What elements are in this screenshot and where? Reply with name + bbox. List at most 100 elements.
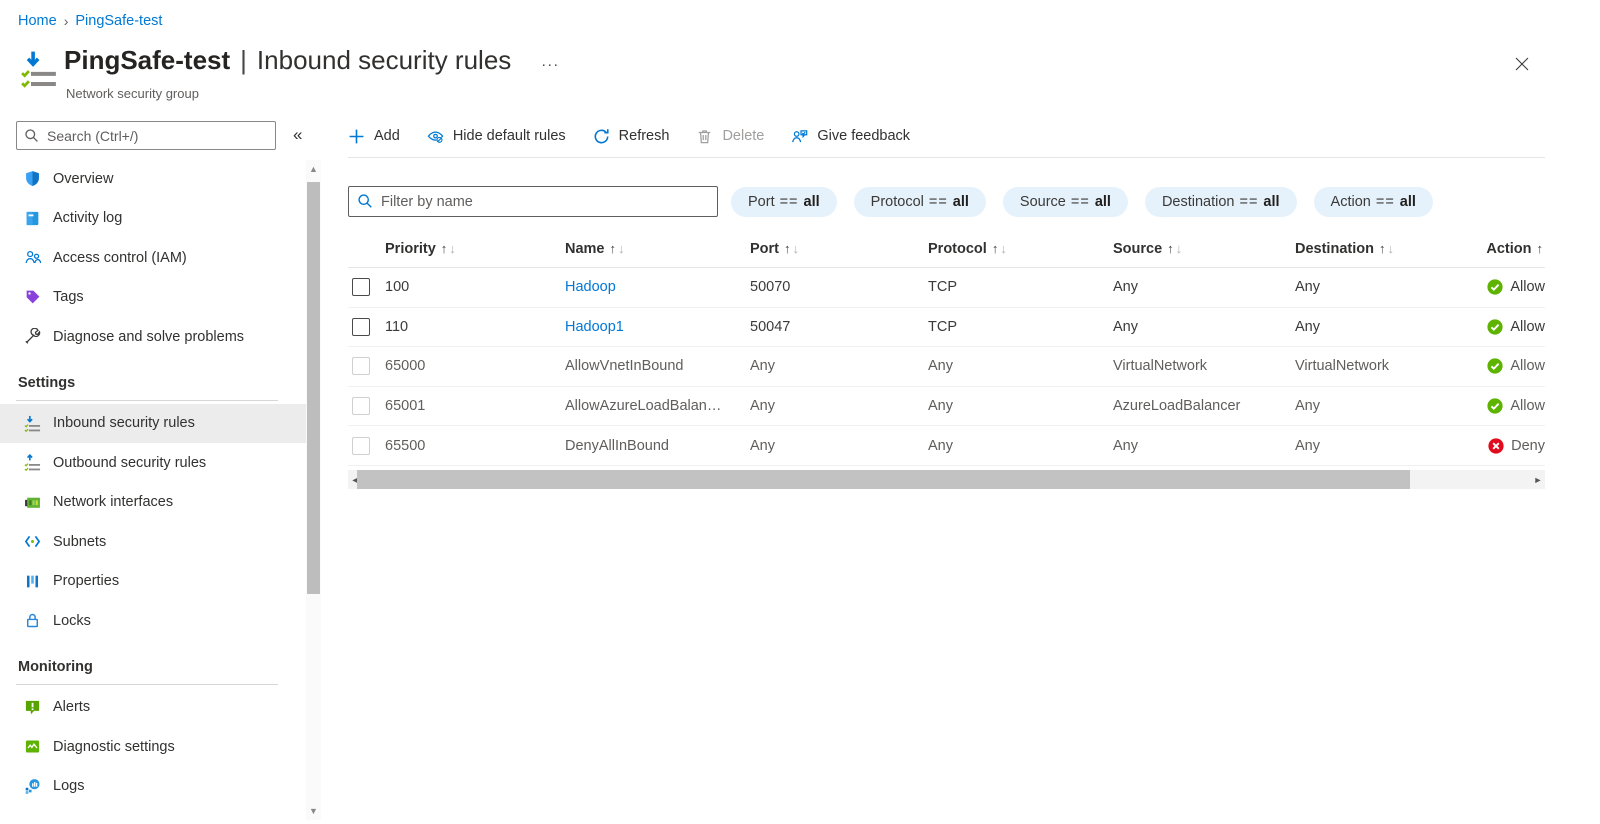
sort-up-icon: ↑ xyxy=(1167,241,1174,256)
sidebar-item-label: Subnets xyxy=(53,534,106,550)
action-label: Allow xyxy=(1510,398,1545,414)
cell-priority: 100 xyxy=(385,279,565,295)
filter-row: Port==allProtocol==allSource==allDestina… xyxy=(348,186,1433,217)
rule-name-link[interactable]: Hadoop1 xyxy=(565,319,624,335)
alerts-icon xyxy=(24,699,41,716)
sidebar-item-subnets[interactable]: Subnets xyxy=(0,522,306,562)
sidebar-item-diagnose-and-solve-problems[interactable]: Diagnose and solve problems xyxy=(0,317,306,357)
scroll-down-icon[interactable]: ▼ xyxy=(306,806,321,816)
allow-icon xyxy=(1487,319,1503,335)
main-content: AddHide default rulesRefreshDeleteGive f… xyxy=(348,118,1545,154)
sidebar-item-alerts[interactable]: Alerts xyxy=(0,688,306,728)
filter-pill-protocol[interactable]: Protocol==all xyxy=(854,187,986,217)
sidebar-item-activity-log[interactable]: Activity log xyxy=(0,199,306,239)
horizontal-scrollbar[interactable]: ◄ ► xyxy=(348,470,1545,489)
close-blade-button[interactable] xyxy=(1508,50,1536,78)
breadcrumb: Home › PingSafe-test xyxy=(18,13,162,29)
search-icon xyxy=(24,128,39,143)
pill-operator: == xyxy=(929,194,948,210)
more-menu-button[interactable]: ··· xyxy=(541,48,559,73)
row-checkbox[interactable] xyxy=(352,357,370,375)
cell-priority: 110 xyxy=(385,319,565,335)
sort-down-icon: ↓ xyxy=(618,241,625,256)
sidebar-scrollbar[interactable]: ▲ ▼ xyxy=(306,160,321,820)
table-row: 65001AllowAzureLoadBalan…AnyAnyAzureLoad… xyxy=(348,387,1545,427)
sidebar-item-label: Locks xyxy=(53,613,91,629)
row-checkbox[interactable] xyxy=(352,397,370,415)
refresh-button[interactable]: Refresh xyxy=(593,128,670,145)
sidebar-section-divider xyxy=(16,400,278,401)
search-icon xyxy=(357,193,373,209)
breadcrumb-current-link[interactable]: PingSafe-test xyxy=(75,13,162,29)
allow-icon xyxy=(1487,358,1503,374)
feedback-icon xyxy=(791,128,808,145)
hide-default-rules-button[interactable]: Hide default rules xyxy=(427,128,566,145)
sort-up-icon: ↑ xyxy=(992,241,999,256)
give-feedback-button[interactable]: Give feedback xyxy=(791,128,910,145)
column-label: Port xyxy=(750,241,779,257)
sidebar-item-logs[interactable]: Logs xyxy=(0,767,306,807)
filter-pill-action[interactable]: Action==all xyxy=(1314,187,1433,217)
cell-port: Any xyxy=(750,398,928,414)
column-header-action[interactable]: Action↑ xyxy=(1480,241,1545,257)
filter-by-name-input[interactable] xyxy=(348,186,718,217)
add-button[interactable]: Add xyxy=(348,128,400,145)
rules-table: Priority↑↓Name↑↓Port↑↓Protocol↑↓Source↑↓… xyxy=(348,230,1545,466)
column-header-priority[interactable]: Priority↑↓ xyxy=(385,241,565,257)
collapse-sidebar-button[interactable]: « xyxy=(288,123,307,147)
cell-action: Allow xyxy=(1480,358,1545,374)
checkbox-cell xyxy=(348,278,385,296)
row-checkbox[interactable] xyxy=(352,318,370,336)
breadcrumb-home-link[interactable]: Home xyxy=(18,13,57,29)
scroll-up-icon[interactable]: ▲ xyxy=(306,164,321,174)
cell-port: Any xyxy=(750,438,928,454)
sort-down-icon: ↓ xyxy=(793,241,800,256)
sidebar-scrollbar-thumb[interactable] xyxy=(307,182,320,594)
sidebar-search-input[interactable] xyxy=(16,121,276,150)
column-label: Name xyxy=(565,241,605,257)
breadcrumb-chevron-icon: › xyxy=(64,13,69,29)
sidebar-item-diagnostic-settings[interactable]: Diagnostic settings xyxy=(0,727,306,767)
sort-down-icon: ↓ xyxy=(1387,241,1394,256)
filter-pill-port[interactable]: Port==all xyxy=(731,187,837,217)
sidebar-item-network-interfaces[interactable]: Network interfaces xyxy=(0,483,306,523)
filter-pill-source[interactable]: Source==all xyxy=(1003,187,1128,217)
sidebar-item-overview[interactable]: Overview xyxy=(0,159,306,199)
sidebar-item-properties[interactable]: Properties xyxy=(0,562,306,602)
access-control-icon xyxy=(24,249,41,266)
cell-name: AllowAzureLoadBalan… xyxy=(565,398,750,414)
sidebar-item-label: Network interfaces xyxy=(53,494,173,510)
column-header-destination[interactable]: Destination↑↓ xyxy=(1295,241,1480,257)
toolbar-divider xyxy=(348,157,1545,158)
deny-icon xyxy=(1488,438,1504,454)
table-body: 100Hadoop50070TCPAnyAnyAllow110Hadoop150… xyxy=(348,268,1545,466)
pill-operator: == xyxy=(1376,194,1395,210)
toolbar: AddHide default rulesRefreshDeleteGive f… xyxy=(348,118,1545,154)
sidebar-item-label: Tags xyxy=(53,289,84,305)
horizontal-scrollbar-thumb[interactable] xyxy=(357,470,1410,489)
pill-value: all xyxy=(1400,194,1416,210)
column-header-port[interactable]: Port ↑↓ xyxy=(750,241,928,257)
cell-source: Any xyxy=(1113,279,1295,295)
sidebar-item-locks[interactable]: Locks xyxy=(0,601,306,641)
cell-port: 50070 xyxy=(750,279,928,295)
sidebar-item-inbound-security-rules[interactable]: Inbound security rules xyxy=(0,404,306,444)
column-header-protocol[interactable]: Protocol↑↓ xyxy=(928,241,1113,257)
sort-up-icon: ↑ xyxy=(1537,241,1544,256)
rule-name-link[interactable]: Hadoop xyxy=(565,279,616,295)
sort-up-icon: ↑ xyxy=(784,241,791,256)
filter-pills: Port==allProtocol==allSource==allDestina… xyxy=(731,187,1433,217)
column-header-name[interactable]: Name↑↓ xyxy=(565,241,750,257)
scroll-right-icon[interactable]: ► xyxy=(1531,470,1545,489)
pill-value: all xyxy=(1095,194,1111,210)
sort-down-icon: ↓ xyxy=(1000,241,1007,256)
row-checkbox[interactable] xyxy=(352,437,370,455)
sidebar-item-access-control-iam-[interactable]: Access control (IAM) xyxy=(0,238,306,278)
sidebar-item-tags[interactable]: Tags xyxy=(0,278,306,318)
sidebar-item-outbound-security-rules[interactable]: Outbound security rules xyxy=(0,443,306,483)
pill-field: Protocol xyxy=(871,194,924,210)
column-header-source[interactable]: Source↑↓ xyxy=(1113,241,1295,257)
filter-pill-destination[interactable]: Destination==all xyxy=(1145,187,1297,217)
toolbar-button-label: Add xyxy=(374,128,400,144)
row-checkbox[interactable] xyxy=(352,278,370,296)
